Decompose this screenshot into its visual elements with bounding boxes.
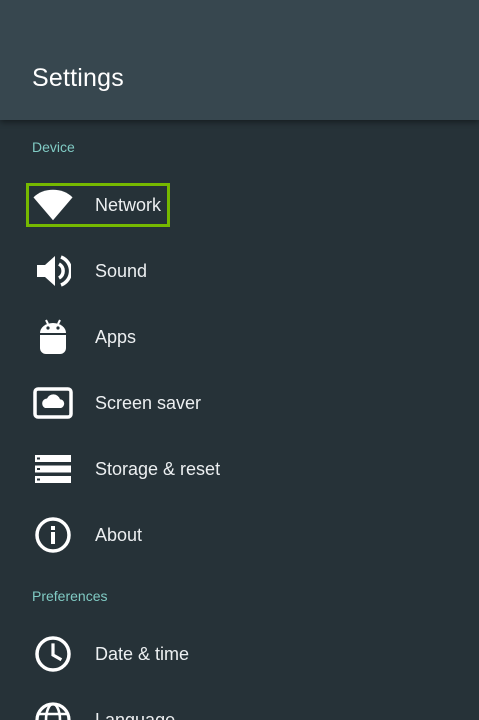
page-title: Settings — [32, 64, 124, 92]
settings-item-label: Date & time — [95, 643, 190, 664]
info-icon — [33, 516, 73, 554]
speaker-icon — [33, 252, 73, 290]
settings-item-screen-saver[interactable]: Screen saver — [26, 381, 210, 425]
globe-icon — [33, 701, 73, 720]
settings-item-label: About — [95, 524, 143, 545]
android-icon — [33, 318, 73, 356]
screensaver-icon — [33, 384, 73, 422]
settings-item-storage-reset[interactable]: Storage & reset — [26, 447, 229, 491]
settings-item-network[interactable]: Network — [26, 183, 171, 227]
settings-item-label: Apps — [95, 326, 137, 347]
settings-list[interactable]: Device Network Sound Apps Screen saver S… — [0, 120, 479, 720]
settings-item-apps[interactable]: Apps — [26, 315, 145, 359]
settings-item-date-time[interactable]: Date & time — [26, 632, 198, 676]
settings-item-label: Language — [95, 709, 176, 720]
app-bar: Settings — [0, 0, 479, 120]
settings-item-about[interactable]: About — [26, 513, 151, 557]
clock-icon — [33, 635, 73, 673]
storage-icon — [33, 450, 73, 488]
settings-item-label: Storage & reset — [95, 458, 221, 479]
settings-item-label: Sound — [95, 260, 148, 281]
settings-item-label: Network — [95, 194, 162, 215]
settings-item-language[interactable]: Language — [26, 698, 184, 720]
wifi-icon — [33, 186, 73, 224]
settings-item-label: Screen saver — [95, 392, 202, 413]
section-header-device: Device — [32, 139, 75, 155]
section-header-preferences: Preferences — [32, 588, 108, 604]
settings-item-sound[interactable]: Sound — [26, 249, 156, 293]
